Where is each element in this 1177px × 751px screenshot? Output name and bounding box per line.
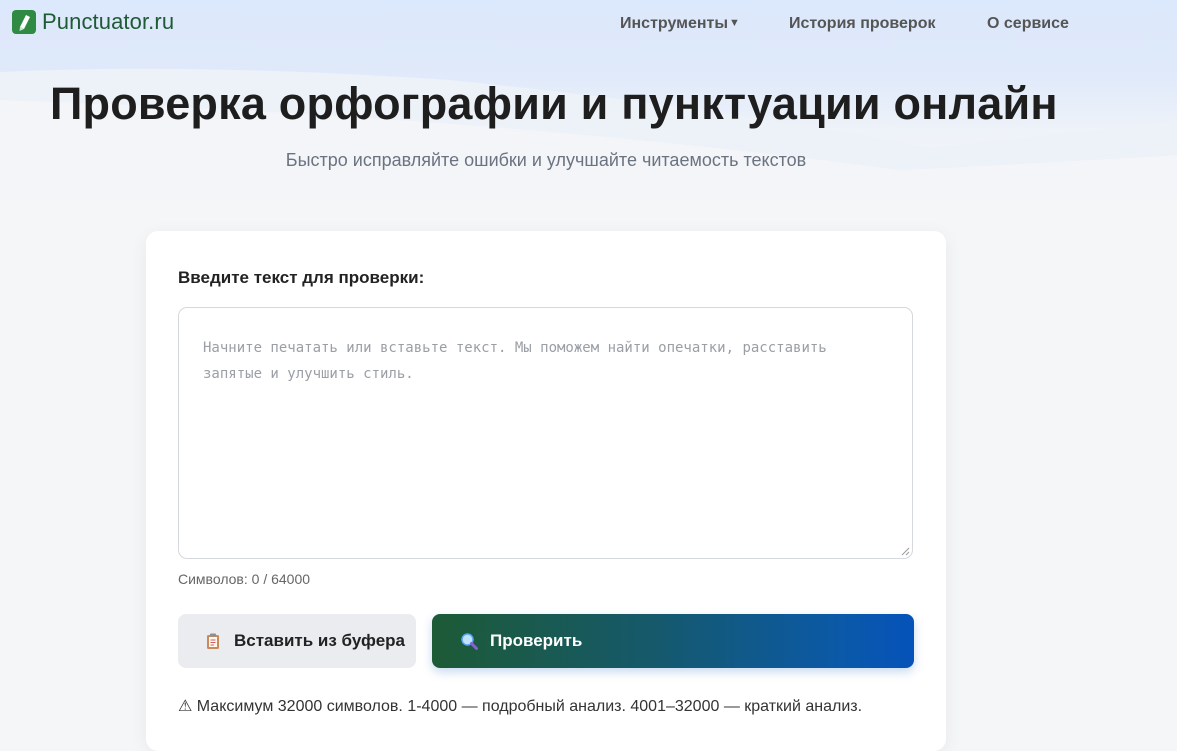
- page-title: Проверка орфографии и пунктуации онлайн: [50, 78, 1058, 129]
- magnifier-icon: [461, 633, 478, 650]
- limit-notice-text: Максимум 32000 символов. 1-4000 — подроб…: [196, 698, 863, 715]
- limit-notice: ⚠ Максимум 32000 символов. 1-4000 — подр…: [178, 696, 862, 716]
- text-input[interactable]: Начните печатать или вставьте текст. Мы …: [178, 307, 913, 559]
- main-nav: Инструменты▼ История проверок О сервисе: [0, 15, 1177, 35]
- page-subtitle: Быстро исправляйте ошибки и улучшайте чи…: [285, 150, 807, 170]
- char-counter: Символов: 0 / 64000: [178, 571, 311, 587]
- nav-item-history[interactable]: История проверок: [789, 15, 935, 33]
- text-input-placeholder: Начните печатать или вставьте текст. Мы …: [203, 340, 827, 382]
- nav-item-about[interactable]: О сервисе: [987, 15, 1069, 33]
- clipboard-icon: [207, 633, 219, 649]
- paste-button-label: Вставить из буфера: [234, 631, 405, 650]
- warning-icon: ⚠: [178, 698, 193, 715]
- resize-handle-icon[interactable]: [901, 547, 910, 556]
- nav-item-tools[interactable]: Инструменты▼: [620, 15, 740, 33]
- check-button[interactable]: Проверить: [432, 614, 914, 668]
- paste-from-clipboard-button[interactable]: Вставить из буфера: [178, 614, 416, 668]
- caret-down-icon: ▼: [729, 17, 740, 29]
- check-button-label: Проверить: [490, 631, 583, 650]
- nav-item-tools-label: Инструменты: [620, 15, 729, 32]
- text-input-label: Введите текст для проверки:: [178, 268, 425, 287]
- checker-card: Введите текст для проверки: Начните печа…: [146, 231, 946, 751]
